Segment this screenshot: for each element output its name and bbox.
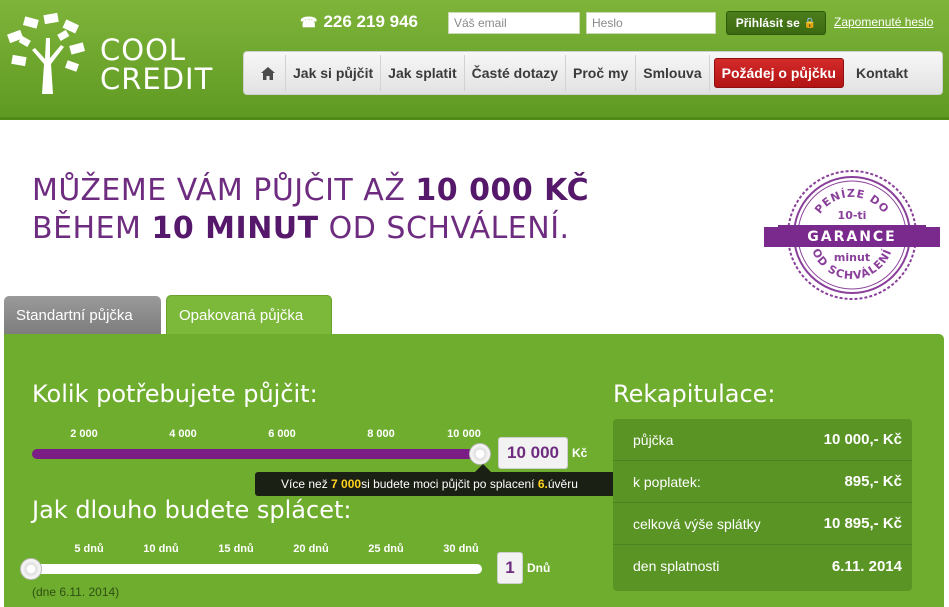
- nav-caste-dotazy[interactable]: Časté dotazy: [465, 55, 566, 91]
- headline-line2-end: OD SCHVÁLENÍ.: [318, 211, 570, 246]
- nav-request-loan-button[interactable]: Požádej o půjčku: [713, 58, 844, 88]
- summary-label: půjčka: [633, 431, 674, 448]
- tooltip-amount: 7 000: [331, 477, 362, 491]
- password-field[interactable]: [586, 12, 716, 34]
- headline-line2-text: BĚHEM: [32, 211, 152, 246]
- summary-label: den splatnosti: [633, 558, 720, 574]
- duration-slider-track[interactable]: [20, 564, 482, 574]
- duration-value[interactable]: 1: [497, 552, 523, 584]
- duration-tick: 25 dnů: [368, 543, 404, 555]
- summary-value: 10 000,- Kč: [823, 431, 902, 448]
- stamp-number: 10-ti: [838, 209, 867, 222]
- loan-tick: 2 000: [70, 428, 98, 440]
- lock-icon: 🔒: [803, 17, 817, 29]
- loan-amount-slider-handle[interactable]: [469, 443, 491, 465]
- logo-line1: COOL: [100, 33, 187, 67]
- stamp-unit: minut: [834, 251, 870, 264]
- summary-value: 6.11. 2014: [831, 557, 902, 575]
- headline-time: 10 MINUT: [151, 211, 319, 246]
- summary-row-total: celková výše splátky 10 895,- Kč: [613, 503, 912, 545]
- tooltip-arrow: [475, 464, 491, 472]
- logo[interactable]: COOL CREDIT: [4, 12, 214, 94]
- duration-heading: Jak dlouho budete splácet:: [32, 496, 352, 524]
- main-nav: Jak si půjčit Jak splatit Časté dotazy P…: [243, 51, 943, 95]
- money-tree-icon: [7, 12, 86, 94]
- headline-amount: 10 000 KČ: [415, 173, 590, 208]
- loan-tick: 8 000: [367, 428, 395, 440]
- summary-value: 895,- Kč: [844, 473, 902, 490]
- tooltip-text-pre: Více než: [281, 477, 328, 491]
- loan-amount-heading: Kolik potřebujete půjčit:: [32, 380, 318, 408]
- duration-tick: 15 dnů: [218, 543, 254, 555]
- logo-line2: CREDIT: [100, 62, 214, 96]
- summary-value: 10 895,- Kč: [823, 515, 902, 532]
- duration-tick: 5 dnů: [74, 543, 104, 555]
- email-field[interactable]: [448, 12, 580, 34]
- login-button[interactable]: Přihlásit se 🔒: [726, 11, 826, 35]
- summary-heading: Rekapitulace:: [613, 380, 776, 408]
- duration-tick: 10 dnů: [143, 543, 179, 555]
- loan-amount-unit: Kč: [572, 446, 588, 460]
- nav-jak-si-pujcit[interactable]: Jak si půjčit: [286, 55, 382, 91]
- phone-icon: ☎: [300, 13, 318, 30]
- nav-proc-my[interactable]: Proč my: [566, 55, 637, 91]
- login-label: Přihlásit se: [735, 16, 800, 30]
- phone-number: ☎ 226 219 946: [300, 12, 418, 32]
- summary-row-due-date: den splatnosti 6.11. 2014: [613, 545, 912, 587]
- loan-tick: 6 000: [268, 428, 296, 440]
- page-headline: MŮŽEME VÁM PŮJČIT AŽ 10 000 KČ BĚHEM 10 …: [32, 172, 589, 248]
- nav-jak-splatit[interactable]: Jak splatit: [381, 55, 465, 91]
- summary-label: celková výše splátky: [633, 515, 761, 532]
- nav-smlouva[interactable]: Smlouva: [636, 55, 710, 91]
- loan-tick: 4 000: [169, 428, 197, 440]
- duration-tick: 20 dnů: [293, 543, 329, 555]
- site-header: COOL CREDIT ☎ 226 219 946 Přihlásit se 🔒…: [0, 0, 949, 120]
- summary-box: půjčka 10 000,- Kč k poplatek: 895,- Kč …: [613, 419, 912, 591]
- tooltip-text-mid: si budete moci půjčit po splacení: [361, 477, 535, 491]
- tab-repeat-loan[interactable]: Opakovaná půjčka: [166, 295, 332, 335]
- stamp-band: GARANCE: [807, 229, 897, 245]
- nav-kontakt[interactable]: Kontakt: [849, 55, 915, 91]
- duration-slider-handle[interactable]: [20, 558, 42, 580]
- tab-standard-loan[interactable]: Standartní půjčka: [4, 296, 161, 334]
- summary-label: k poplatek:: [633, 473, 701, 490]
- tooltip-text-post: úvěru: [547, 477, 578, 491]
- tooltip-count: 6.: [537, 477, 548, 491]
- headline-line1-text: MŮŽEME VÁM PŮJČIT AŽ: [32, 173, 416, 208]
- forgot-password-link[interactable]: Zapomenuté heslo: [834, 15, 933, 29]
- home-icon: [260, 66, 275, 80]
- duration-tick: 30 dnů: [443, 543, 479, 555]
- guarantee-stamp: PENÍZE DO 10-ti GARANCE minut OD SCHVÁLE…: [764, 170, 940, 300]
- loan-tick: 10 000: [447, 428, 481, 440]
- summary-row-loan: půjčka 10 000,- Kč: [613, 419, 912, 461]
- loan-amount-value[interactable]: 10 000: [498, 437, 568, 469]
- duration-unit: Dnů: [527, 561, 551, 575]
- phone-text: 226 219 946: [323, 12, 418, 31]
- summary-row-fee: k poplatek: 895,- Kč: [613, 461, 912, 503]
- due-date-note: (dne 6.11. 2014): [32, 585, 120, 599]
- nav-home[interactable]: [250, 55, 286, 91]
- loan-amount-slider-track[interactable]: [32, 449, 480, 459]
